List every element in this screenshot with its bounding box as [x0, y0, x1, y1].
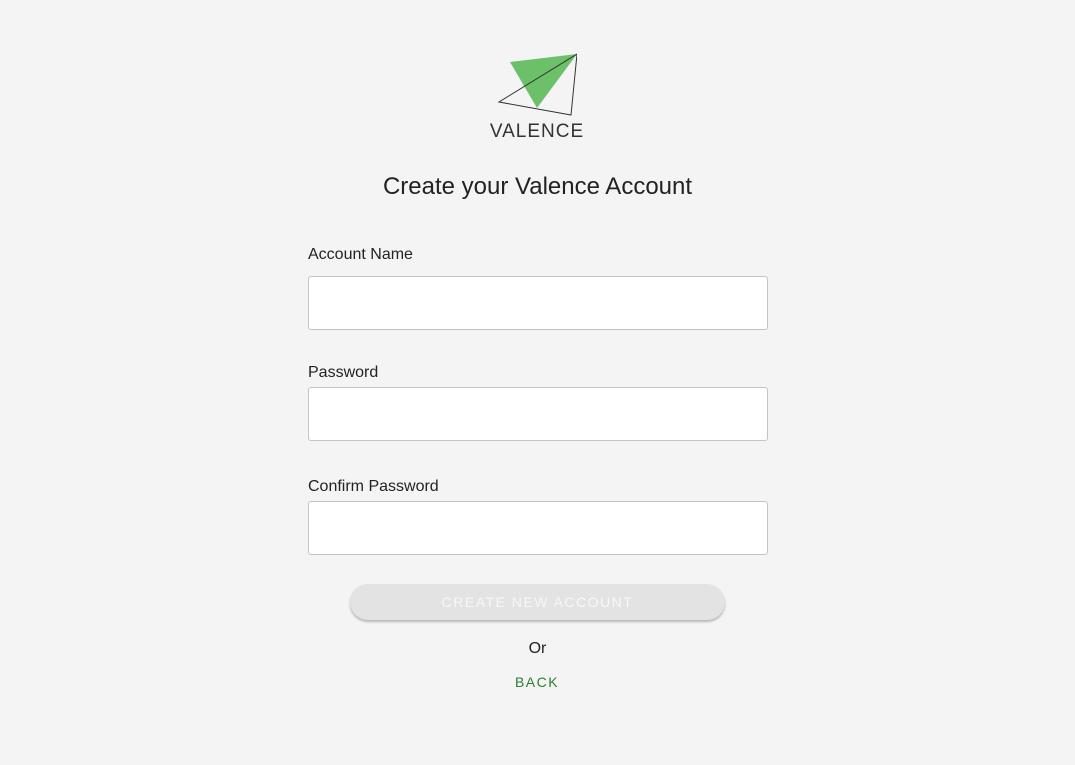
page-title: Create your Valence Account [382, 173, 693, 200]
password-label: Password [308, 364, 379, 381]
password-input[interactable] [308, 387, 768, 441]
confirm-password-label: Confirm Password [308, 478, 439, 495]
account-name-input[interactable] [308, 276, 768, 330]
create-new-account-button[interactable]: CREATE NEW ACCOUNT [350, 584, 725, 620]
logo-wordmark: VALENCE [489, 121, 585, 142]
or-separator: Or [528, 640, 547, 657]
valence-logo: VALENCE [487, 50, 587, 145]
paper-plane-logo-icon [497, 53, 577, 116]
account-name-label: Account Name [308, 246, 413, 263]
back-link[interactable]: BACK [487, 674, 587, 690]
confirm-password-input[interactable] [308, 501, 768, 555]
